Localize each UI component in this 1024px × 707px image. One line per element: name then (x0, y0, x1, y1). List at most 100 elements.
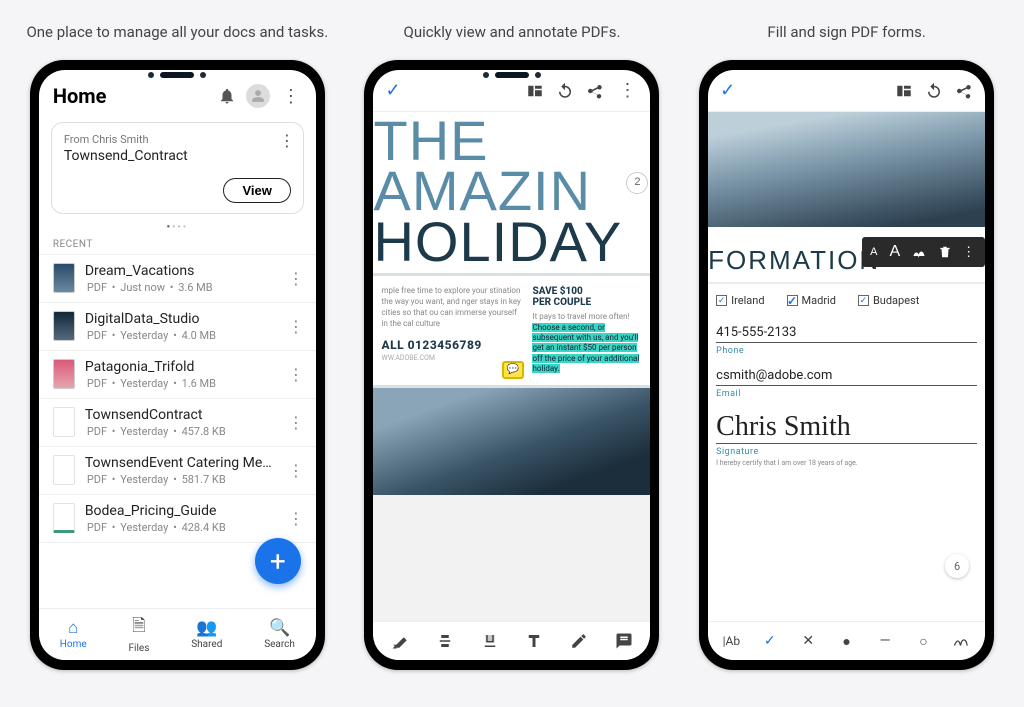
doc-thumbnail (53, 503, 75, 533)
item-overflow-icon[interactable]: ⋮ (286, 365, 306, 384)
doc-thumbnail (53, 407, 75, 437)
list-item[interactable]: Patagonia_Trifold PDF • Yesterday • 1.6 … (39, 351, 316, 399)
document-columns: mple free time to explore your stination… (373, 276, 650, 384)
body-text: mple free time to explore your stination… (381, 286, 524, 329)
card-overflow-icon[interactable]: ⋮ (279, 131, 295, 150)
sign-toolbar: |Ab ✓ ✕ ● — ○ (708, 621, 985, 660)
font-large-icon[interactable]: A (889, 243, 902, 261)
list-item[interactable]: TownsendContract PDF • Yesterday • 457.8… (39, 399, 316, 447)
item-overflow-icon[interactable]: ⋮ (286, 269, 306, 288)
checkbox-ireland[interactable]: ✓ Ireland (716, 294, 764, 307)
overflow-menu-icon[interactable]: ⋮ (280, 86, 302, 107)
doc-name: Bodea_Pricing_Guide (85, 503, 276, 519)
nav-search[interactable]: 🔍 Search (264, 618, 295, 650)
overflow-menu-icon[interactable]: ⋮ (616, 80, 638, 101)
featured-card[interactable]: From Chris Smith Townsend_Contract ⋮ Vie… (51, 122, 304, 214)
list-item[interactable]: DigitalData_Studio PDF • Yesterday • 4.0… (39, 303, 316, 351)
text-cursor-tool-icon[interactable]: |Ab (718, 630, 744, 652)
email-label: Email (716, 389, 977, 399)
sign-tool-icon[interactable] (949, 630, 975, 652)
doc-meta: PDF • Just now • 3.6 MB (85, 281, 276, 294)
item-overflow-icon[interactable]: ⋮ (286, 509, 306, 528)
email-value: csmith@adobe.com (716, 368, 977, 386)
sidebar-icon[interactable] (895, 82, 913, 100)
nav-label: Shared (191, 639, 222, 650)
strikethrough-tool-icon[interactable] (432, 630, 458, 652)
share-icon[interactable] (586, 82, 604, 100)
signature-icon[interactable] (912, 244, 928, 260)
done-check-icon[interactable]: ✓ (385, 80, 400, 101)
save-heading-1: SAVE $100 (532, 286, 642, 297)
circle-tool-icon[interactable]: ○ (910, 630, 936, 652)
font-small-icon[interactable]: A (870, 246, 879, 258)
caption-3: Fill and sign PDF forms. (759, 0, 933, 60)
toolbar-overflow-icon[interactable]: ⋮ (962, 244, 977, 260)
draw-tool-icon[interactable] (566, 630, 592, 652)
phone-field[interactable]: 415-555-2133 Phone (716, 325, 977, 356)
item-overflow-icon[interactable]: ⋮ (286, 461, 306, 480)
checkmark-tool-icon[interactable]: ✓ (757, 630, 783, 652)
list-item[interactable]: Bodea_Pricing_Guide PDF • Yesterday • 42… (39, 495, 316, 543)
doc-thumbnail (53, 455, 75, 485)
item-overflow-icon[interactable]: ⋮ (286, 317, 306, 336)
underline-tool-icon[interactable] (477, 630, 503, 652)
sticky-note-icon[interactable]: 💬 (502, 361, 524, 379)
recent-section-label: RECENT (39, 237, 316, 254)
comment-tool-icon[interactable] (611, 630, 637, 652)
annotate-toolbar (373, 621, 650, 660)
checkbox-label: Madrid (802, 294, 836, 307)
sidebar-icon[interactable] (526, 82, 544, 100)
doc-meta: PDF • Yesterday • 457.8 KB (85, 425, 276, 438)
nav-home[interactable]: ⌂ Home (60, 618, 87, 650)
search-icon: 🔍 (269, 618, 290, 638)
view-button[interactable]: View (223, 178, 290, 203)
text-tool-icon[interactable] (521, 630, 547, 652)
checkbox-icon: ✓ (716, 295, 727, 306)
document-hero: THE AMAZIN2 HOLIDAY (373, 112, 650, 276)
doc-thumbnail (53, 359, 75, 389)
doc-name: Dream_Vacations (85, 263, 276, 279)
item-overflow-icon[interactable]: ⋮ (286, 413, 306, 432)
highlighter-tool-icon[interactable] (387, 630, 413, 652)
doc-name: Patagonia_Trifold (85, 359, 276, 375)
add-fab-button[interactable]: + (255, 538, 301, 584)
doc-name: TownsendContract (85, 407, 276, 423)
doc-thumbnail (53, 263, 75, 293)
text-format-toolbar: A A ⋮ (862, 237, 985, 267)
delete-icon[interactable] (938, 245, 952, 259)
cross-tool-icon[interactable]: ✕ (795, 630, 821, 652)
line-tool-icon[interactable]: — (872, 630, 898, 652)
undo-icon[interactable] (925, 82, 943, 100)
checkbox-label: Ireland (731, 294, 764, 307)
checkbox-madrid[interactable]: ✓ Madrid (787, 294, 836, 307)
document-photo (373, 385, 650, 495)
highlight-annotation[interactable]: Choose a second, or subsequent with us, … (532, 323, 639, 374)
sign-topbar: ✓ (708, 70, 985, 112)
doc-meta: PDF • Yesterday • 428.4 KB (85, 521, 276, 534)
signature-label: Signature (716, 447, 977, 457)
comment-count-badge[interactable]: 2 (626, 172, 648, 194)
avatar-icon[interactable] (246, 84, 270, 108)
hero-line-2: AMAZIN2 (373, 166, 650, 216)
done-check-icon[interactable]: ✓ (720, 80, 735, 101)
signature-field[interactable]: Chris Smith Signature I hereby certify t… (716, 411, 977, 467)
notifications-icon[interactable] (218, 87, 236, 105)
list-item[interactable]: Dream_Vacations PDF • Just now • 3.6 MB … (39, 255, 316, 303)
nav-label: Files (129, 643, 150, 654)
page-indicator[interactable]: 6 (945, 554, 969, 578)
phone-label: Phone (716, 346, 977, 356)
card-doc-name: Townsend_Contract (64, 148, 291, 164)
email-field[interactable]: csmith@adobe.com Email (716, 368, 977, 399)
caption-2: Quickly view and annotate PDFs. (396, 0, 629, 60)
checkbox-budapest[interactable]: ✓ Budapest (858, 294, 919, 307)
nav-shared[interactable]: 👥 Shared (191, 618, 222, 650)
dot-tool-icon[interactable]: ● (834, 630, 860, 652)
certification-text: I hereby certify that I am over 18 years… (716, 459, 977, 467)
save-heading-2: PER COUPLE (532, 297, 642, 308)
list-item[interactable]: TownsendEvent Catering Menu PDF • Yester… (39, 447, 316, 495)
nav-files[interactable]: 🗎 Files (129, 613, 150, 654)
undo-icon[interactable] (556, 82, 574, 100)
checkbox-row: ✓ Ireland ✓ Madrid ✓ Budapest (708, 284, 985, 321)
carousel-dots[interactable]: •••• (39, 220, 316, 237)
share-icon[interactable] (955, 82, 973, 100)
